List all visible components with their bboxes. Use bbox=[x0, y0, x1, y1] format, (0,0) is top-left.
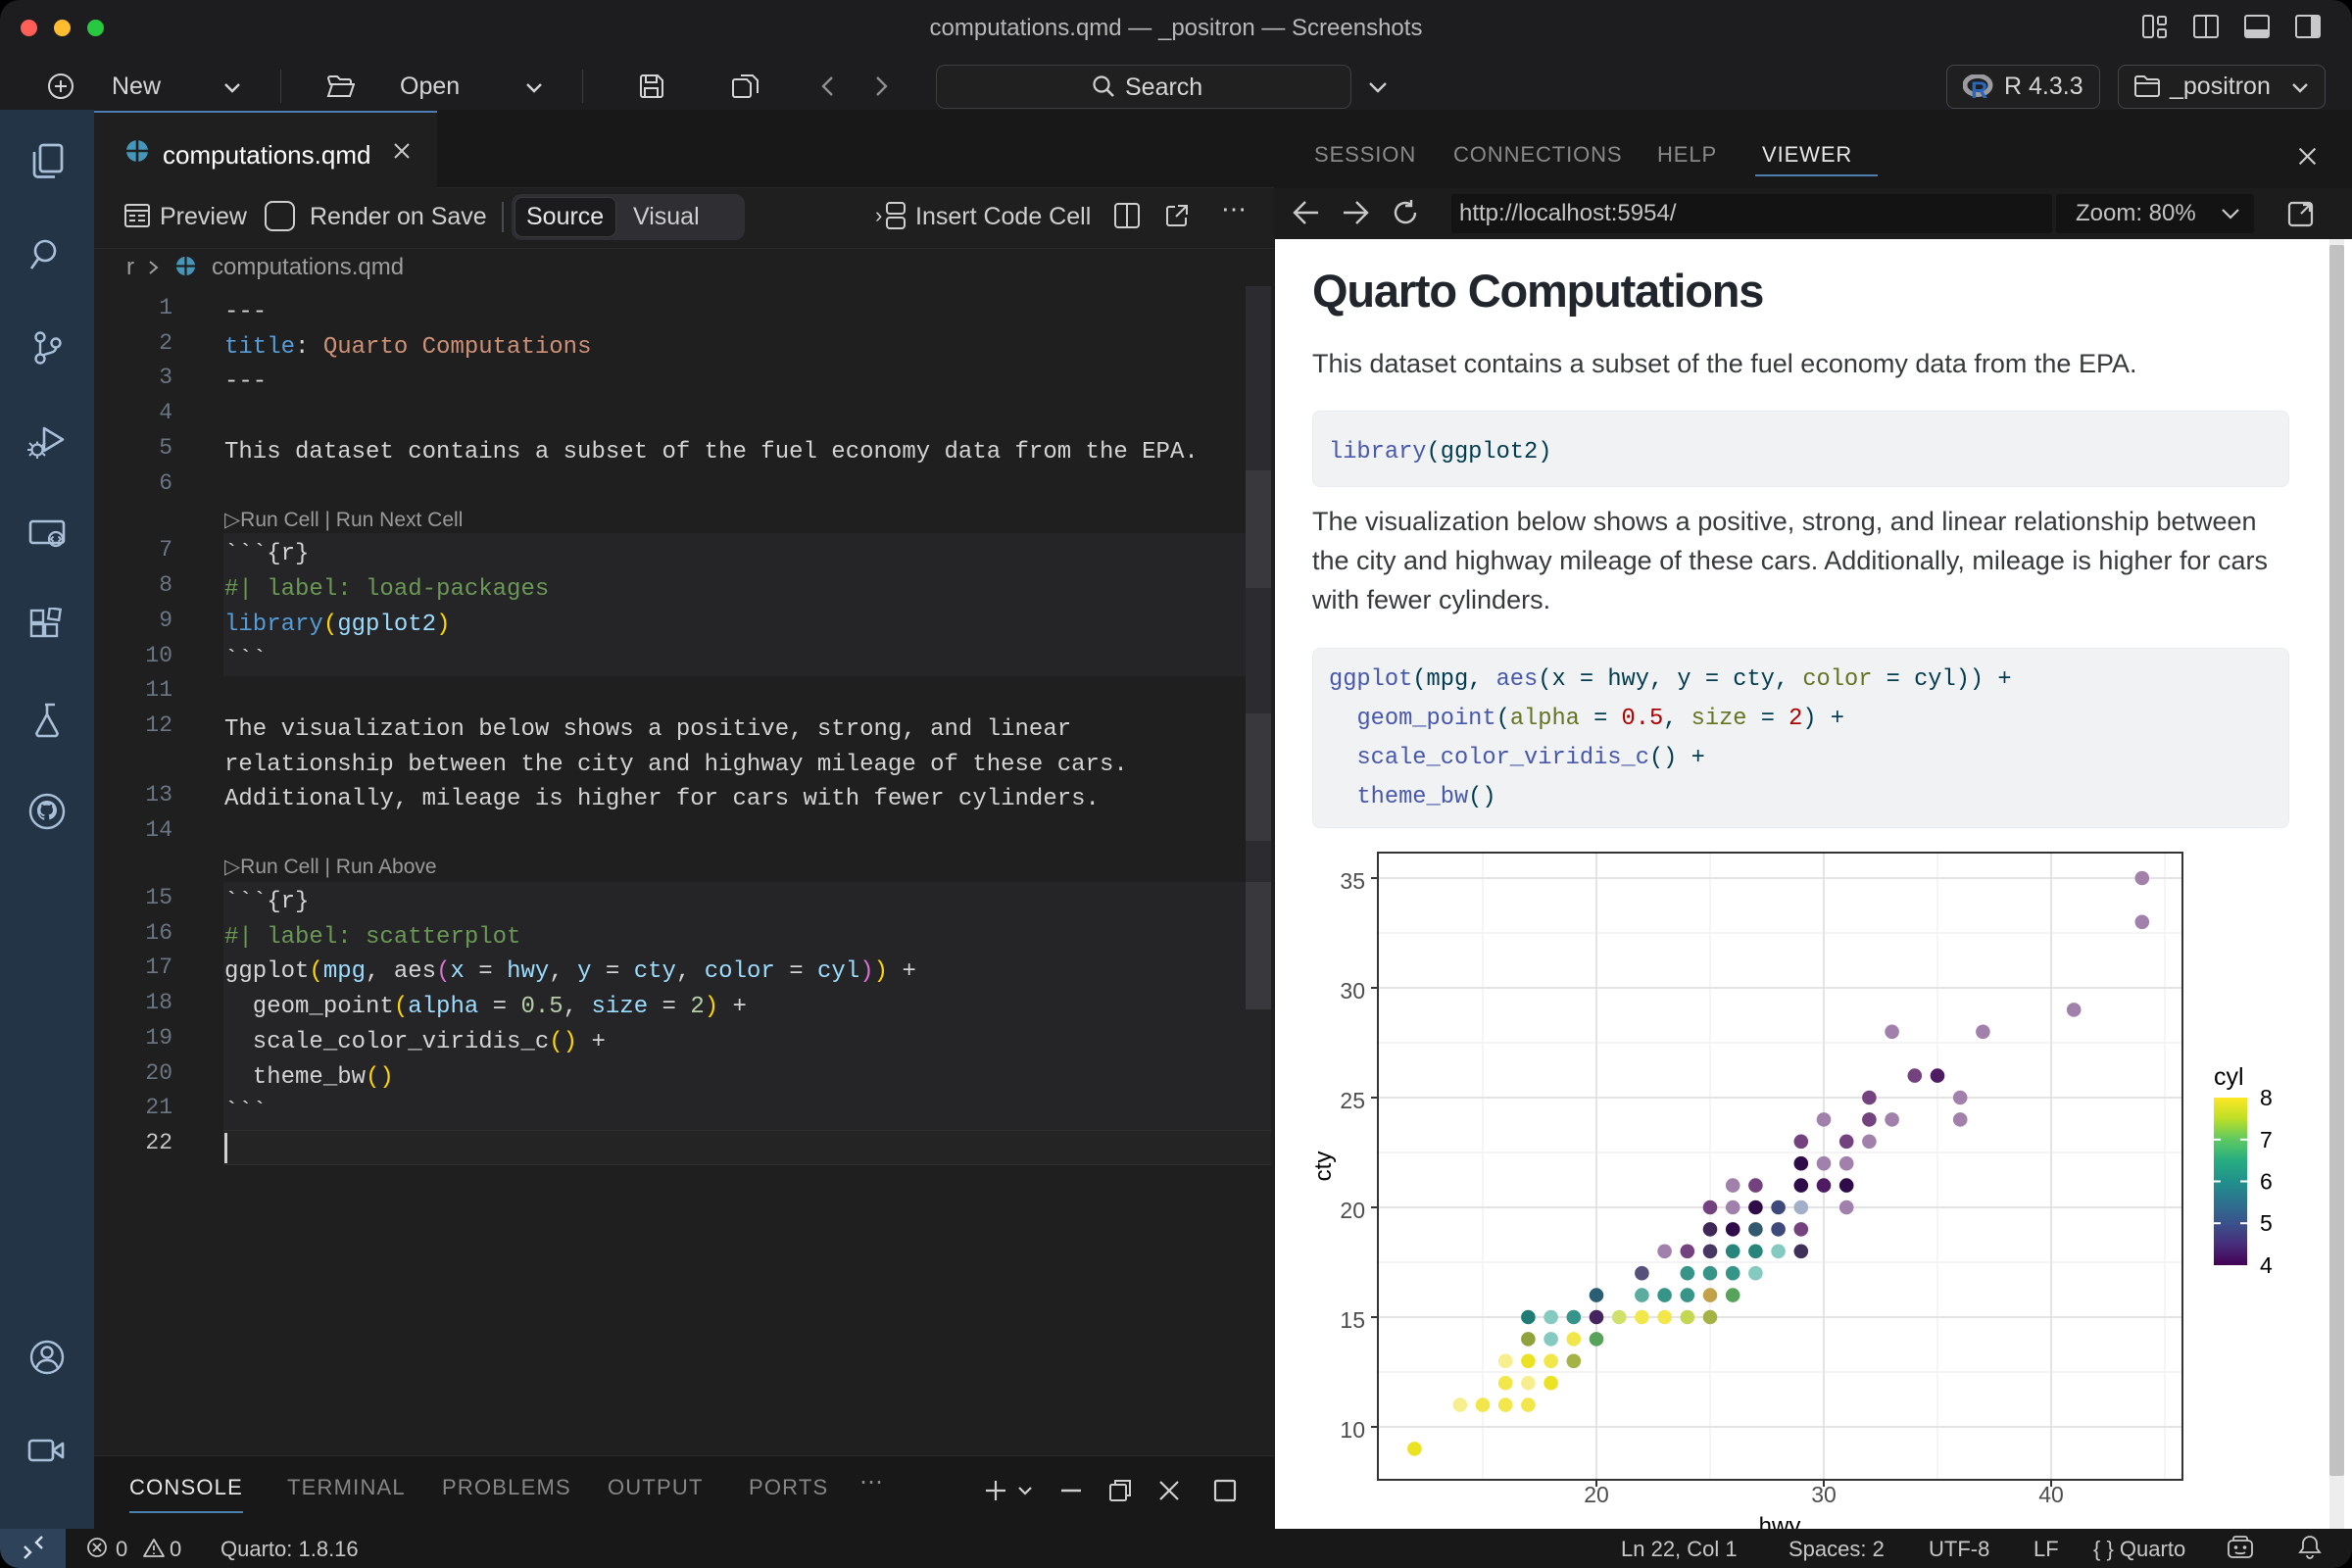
svg-text:R: R bbox=[1971, 77, 1987, 100]
svg-text:15: 15 bbox=[1340, 1307, 1365, 1333]
svg-text:4: 4 bbox=[2260, 1252, 2273, 1278]
svg-text:35: 35 bbox=[1340, 868, 1365, 894]
svg-text:25: 25 bbox=[1340, 1088, 1365, 1113]
svg-text:20: 20 bbox=[1340, 1198, 1365, 1223]
svg-text:20: 20 bbox=[1584, 1482, 1609, 1507]
svg-text:40: 40 bbox=[2038, 1482, 2064, 1507]
svg-text:30: 30 bbox=[1811, 1482, 1837, 1507]
svg-text:30: 30 bbox=[1340, 978, 1365, 1004]
svg-text:cty: cty bbox=[1310, 1152, 1337, 1182]
svg-text:7: 7 bbox=[2260, 1127, 2273, 1152]
svg-text:hwy: hwy bbox=[1759, 1513, 1801, 1529]
svg-text:5: 5 bbox=[2260, 1210, 2273, 1236]
svg-text:cyl: cyl bbox=[2214, 1063, 2244, 1091]
svg-text:6: 6 bbox=[2260, 1169, 2273, 1195]
svg-text:8: 8 bbox=[2260, 1085, 2273, 1110]
svg-text:10: 10 bbox=[1340, 1417, 1365, 1443]
